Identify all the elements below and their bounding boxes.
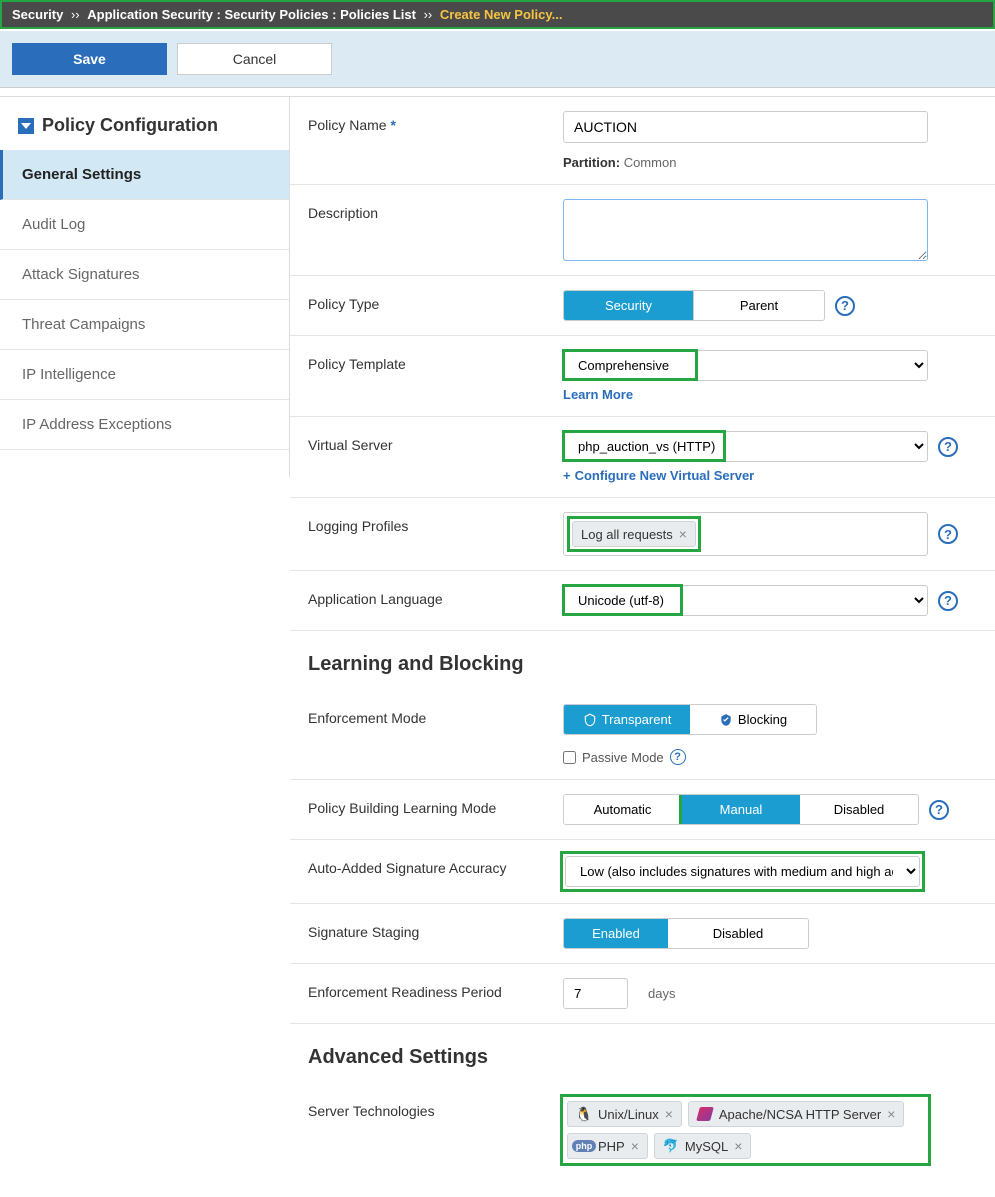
policy-type-security[interactable]: Security — [564, 291, 694, 320]
learning-mode-label: Policy Building Learning Mode — [308, 794, 563, 816]
days-label: days — [648, 986, 675, 1001]
policy-type-label: Policy Type — [308, 290, 563, 312]
configure-vs-link[interactable]: +Configure New Virtual Server — [563, 468, 977, 483]
save-button[interactable]: Save — [12, 43, 167, 75]
app-language-select[interactable]: Unicode (utf-8) — [563, 585, 928, 616]
tech-chip-linux[interactable]: 🐧 Unix/Linux × — [567, 1101, 682, 1127]
chip-label: Unix/Linux — [598, 1107, 659, 1122]
sidebar-item-attack-sigs[interactable]: Attack Signatures — [0, 250, 289, 300]
chip-label: Apache/NCSA HTTP Server — [719, 1107, 881, 1122]
policy-template-select[interactable]: Comprehensive — [563, 350, 928, 381]
readiness-label: Enforcement Readiness Period — [308, 978, 563, 1000]
app-language-label: Application Language — [308, 585, 563, 607]
cancel-button[interactable]: Cancel — [177, 43, 332, 75]
panel-toggle-icon[interactable] — [18, 118, 34, 134]
learning-manual[interactable]: Manual — [682, 795, 800, 824]
shield-icon — [583, 713, 597, 727]
partition-line: Partition: Common — [563, 155, 977, 170]
sidebar-item-ipintel[interactable]: IP Intelligence — [0, 350, 289, 400]
sidebar-header[interactable]: Policy Configuration — [0, 97, 289, 150]
auto-sig-select[interactable]: Low (also includes signatures with mediu… — [565, 856, 920, 887]
server-tech-label: Server Technologies — [308, 1097, 563, 1119]
breadcrumb-sep: ›› — [71, 7, 80, 22]
plus-icon: + — [563, 468, 571, 483]
mysql-icon: 🐬 — [663, 1138, 679, 1154]
advanced-section-title: Advanced Settings — [290, 1024, 995, 1083]
chip-label: PHP — [598, 1139, 625, 1154]
logging-profiles-label: Logging Profiles — [308, 512, 563, 534]
help-icon[interactable]: ? — [835, 296, 855, 316]
description-label: Description — [308, 199, 563, 221]
virtual-server-select[interactable]: php_auction_vs (HTTP) — [563, 431, 928, 462]
sig-staging-segmented: Enabled Disabled — [563, 918, 809, 949]
learning-section-title: Learning and Blocking — [290, 631, 995, 690]
breadcrumb-root[interactable]: Security — [12, 7, 63, 22]
tech-chip-apache[interactable]: Apache/NCSA HTTP Server × — [688, 1101, 905, 1127]
learning-automatic[interactable]: Automatic — [564, 795, 682, 824]
chip-remove-icon[interactable]: × — [665, 1106, 673, 1122]
logging-profiles-container[interactable]: Log all requests × — [563, 512, 928, 556]
policy-template-label: Policy Template — [308, 350, 563, 372]
policy-name-input[interactable] — [563, 111, 928, 143]
enforcement-transparent[interactable]: Transparent — [564, 705, 690, 734]
action-bar: Save Cancel — [0, 31, 995, 88]
learning-mode-segmented: Automatic Manual Disabled — [563, 794, 919, 825]
breadcrumb: Security ›› Application Security : Secur… — [0, 0, 995, 29]
sidebar: Policy Configuration General Settings Au… — [0, 97, 290, 477]
staging-enabled[interactable]: Enabled — [564, 919, 668, 948]
sidebar-item-audit[interactable]: Audit Log — [0, 200, 289, 250]
logging-profile-chip[interactable]: Log all requests × — [572, 521, 696, 547]
sidebar-title: Policy Configuration — [42, 115, 218, 136]
breadcrumb-path[interactable]: Application Security : Security Policies… — [87, 7, 416, 22]
policy-type-segmented: Security Parent — [563, 290, 825, 321]
breadcrumb-current: Create New Policy... — [440, 7, 563, 22]
passive-mode-label: Passive Mode — [582, 750, 664, 765]
enforcement-blocking[interactable]: Blocking — [690, 705, 816, 734]
enforcement-segmented: Transparent Blocking — [563, 704, 817, 735]
learn-more-link[interactable]: Learn More — [563, 387, 977, 402]
help-icon[interactable]: ? — [938, 591, 958, 611]
help-icon[interactable]: ? — [938, 524, 958, 544]
chip-remove-icon[interactable]: × — [631, 1138, 639, 1154]
php-icon: php — [576, 1138, 592, 1154]
readiness-input[interactable] — [563, 978, 628, 1009]
staging-disabled[interactable]: Disabled — [668, 919, 808, 948]
description-textarea[interactable] — [563, 199, 928, 261]
passive-mode-checkbox[interactable] — [563, 751, 576, 764]
linux-icon: 🐧 — [576, 1106, 592, 1122]
chip-remove-icon[interactable]: × — [679, 526, 687, 542]
sidebar-item-threat[interactable]: Threat Campaigns — [0, 300, 289, 350]
help-icon[interactable]: ? — [670, 749, 686, 765]
tech-chip-php[interactable]: php PHP × — [567, 1133, 648, 1159]
chip-label: MySQL — [685, 1139, 728, 1154]
sidebar-item-general[interactable]: General Settings — [0, 150, 289, 200]
help-icon[interactable]: ? — [938, 437, 958, 457]
sidebar-item-ipexceptions[interactable]: IP Address Exceptions — [0, 400, 289, 450]
server-tech-container[interactable]: 🐧 Unix/Linux × Apache/NCSA HTTP Server ×… — [563, 1097, 928, 1163]
sig-staging-label: Signature Staging — [308, 918, 563, 940]
apache-icon — [697, 1106, 713, 1122]
policy-type-parent[interactable]: Parent — [694, 291, 824, 320]
chip-remove-icon[interactable]: × — [887, 1106, 895, 1122]
auto-sig-label: Auto-Added Signature Accuracy — [308, 854, 563, 876]
tech-chip-mysql[interactable]: 🐬 MySQL × — [654, 1133, 752, 1159]
learning-disabled[interactable]: Disabled — [800, 795, 918, 824]
chip-remove-icon[interactable]: × — [734, 1138, 742, 1154]
shield-icon — [719, 713, 733, 727]
help-icon[interactable]: ? — [929, 800, 949, 820]
main-content: Policy Name * Partition: Common Descript… — [290, 97, 995, 1197]
enforcement-mode-label: Enforcement Mode — [308, 704, 563, 726]
virtual-server-label: Virtual Server — [308, 431, 563, 453]
policy-name-label: Policy Name * — [308, 111, 563, 133]
chip-label: Log all requests — [581, 527, 673, 542]
breadcrumb-sep: ›› — [424, 7, 433, 22]
